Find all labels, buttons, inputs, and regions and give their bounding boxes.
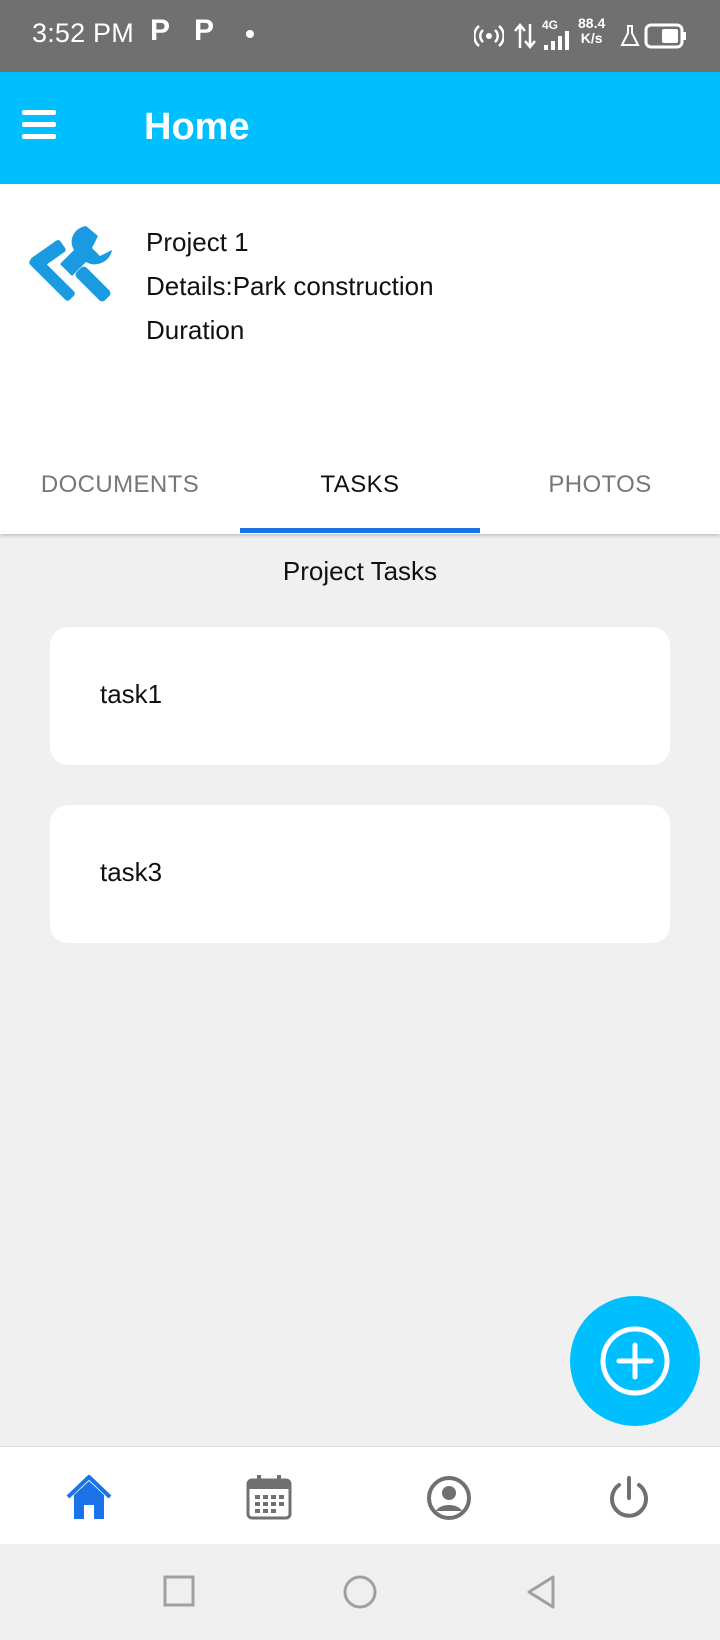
account-icon: [427, 1476, 471, 1520]
data-transfer-icon: [514, 23, 536, 49]
tab-bar: DOCUMENTS TASKS PHOTOS: [0, 440, 720, 534]
notification-dot-icon: [246, 30, 254, 38]
menu-button[interactable]: [22, 110, 58, 142]
power-icon: [610, 1476, 648, 1518]
battery-icon: [644, 23, 686, 49]
hotspot-icon: [474, 25, 504, 47]
tab-photos[interactable]: PHOTOS: [480, 440, 720, 534]
task-card[interactable]: task1: [50, 627, 670, 765]
menu-icon-line: [22, 134, 56, 139]
nav-account[interactable]: [424, 1473, 474, 1523]
bottom-nav: [0, 1446, 720, 1544]
flask-icon: [620, 25, 640, 46]
add-task-button[interactable]: [570, 1296, 700, 1426]
nav-calendar[interactable]: [244, 1473, 294, 1523]
tab-indicator: [240, 528, 480, 533]
net-speed: 88.4 K/s: [578, 15, 606, 46]
calendar-icon: [246, 1475, 292, 1520]
task-label: task1: [100, 679, 163, 709]
add-circle-icon: [600, 1326, 670, 1396]
nav-logout[interactable]: [604, 1473, 654, 1523]
menu-icon-line: [22, 122, 56, 127]
status-time: 3:52 PM: [32, 18, 134, 48]
tools-icon: [29, 226, 112, 302]
back-icon[interactable]: [524, 1574, 558, 1610]
menu-icon: [22, 110, 56, 115]
notification-p-icon: P: [150, 14, 171, 47]
project-duration: Duration: [146, 315, 245, 345]
nav-home[interactable]: [64, 1473, 114, 1523]
task-label: task3: [100, 857, 163, 887]
section-title: Project Tasks: [282, 556, 438, 586]
system-nav-bar: [0, 1544, 720, 1640]
page-title: Home: [144, 106, 250, 148]
app-bar: Home: [0, 72, 720, 184]
tab-tasks[interactable]: TASKS: [240, 440, 480, 534]
status-bar: 3:52 PM P P 4G 88.4 K/s: [0, 0, 720, 72]
task-card[interactable]: task3: [50, 805, 670, 943]
home-circle-icon[interactable]: [342, 1574, 378, 1610]
notification-p-icon: P: [194, 14, 215, 47]
project-name: Project 1: [146, 227, 249, 257]
project-info: Project 1 Details:Park construction Dura…: [146, 220, 434, 352]
recents-icon[interactable]: [162, 1574, 196, 1608]
tab-documents[interactable]: DOCUMENTS: [0, 440, 240, 534]
project-details: Details:Park construction: [146, 271, 434, 301]
home-icon: [66, 1475, 112, 1519]
signal-icon: [544, 31, 569, 50]
